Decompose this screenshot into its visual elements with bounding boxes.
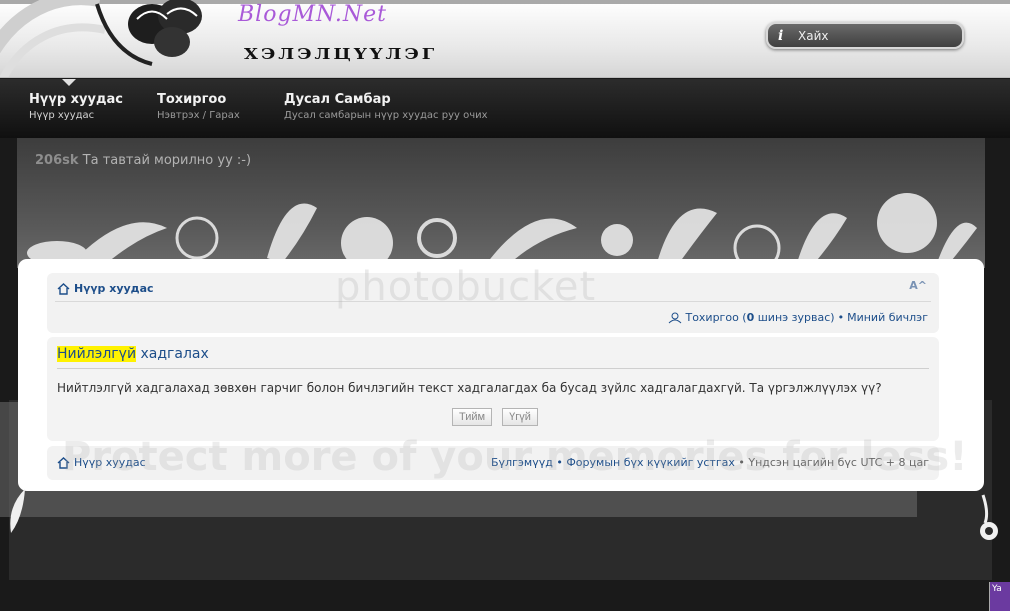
photobucket-watermark: photobucket — [335, 264, 597, 310]
confirm-title-rest: хадгалах — [136, 346, 209, 362]
welcome-text: Та тавтай морилно уу :-) — [82, 153, 252, 168]
floral-banner-decoration — [27, 193, 977, 268]
settings-link-label: Тохиргоо ( — [685, 311, 747, 324]
nav-item-settings[interactable]: Тохиргоо Нэвтрэх / Гарах — [157, 92, 240, 121]
confirm-title: Нийлэлгүй хадгалах — [57, 346, 209, 362]
font-size-change-button[interactable]: A^ — [909, 279, 927, 292]
breadcrumb-home-label: Нүүр хуудас — [74, 282, 154, 295]
nav-item-subtitle: Нүүр хуудас — [29, 110, 95, 121]
confirm-message: Нийтлэлгүй хадгалахад зөвхөн гарчиг боло… — [57, 381, 882, 395]
search-button[interactable]: i Хайх — [766, 22, 964, 49]
link-separator: • — [837, 311, 845, 324]
flower-logo-icon — [95, 0, 202, 66]
confirm-title-highlight: Нийлэлгүй — [57, 346, 137, 362]
confirm-divider — [57, 368, 929, 369]
nav-item-title: Нүүр хуудас — [29, 92, 123, 107]
main-nav: Нүүр хуудас Нүүр хуудас Тохиргоо Нэвтрэх… — [0, 79, 1010, 138]
new-messages-suffix: шинэ зурвас) — [754, 311, 835, 324]
breadcrumb-home-link[interactable]: Нүүр хуудас — [57, 282, 154, 295]
home-icon — [57, 282, 70, 295]
active-nav-indicator — [62, 79, 76, 86]
confirm-buttons: Тийм Үгүй — [452, 408, 538, 426]
search-label: Хайх — [798, 28, 829, 43]
nav-item-title: Дусал Самбар — [284, 92, 391, 107]
yes-button[interactable]: Тийм — [452, 408, 493, 426]
my-posts-link[interactable]: Миний бичлэг — [847, 311, 928, 324]
nav-item-title: Тохиргоо — [157, 92, 227, 107]
photobucket-watermark-tagline: Protect more of your memories for less! — [62, 434, 968, 480]
brand-logo-text[interactable]: BlogMN.Net — [238, 2, 387, 27]
info-icon: i — [778, 27, 784, 44]
nav-item-dashboard[interactable]: Дусал Самбар Дусал самбарын нүүр хуудас … — [284, 92, 488, 121]
user-links: Тохиргоо (0 шинэ зурвас) • Миний бичлэг — [668, 311, 928, 324]
no-button[interactable]: Үгүй — [502, 408, 538, 426]
nav-item-subtitle: Нэвтрэх / Гарах — [157, 110, 240, 121]
welcome-message: 206sk Та тавтай морилно уу :-) — [35, 153, 251, 168]
yahoo-badge[interactable]: Ya — [989, 582, 1010, 611]
confirm-dialog-box: Нийлэлгүй хадгалах Нийтлэлгүй хадгалахад… — [47, 337, 939, 441]
nav-item-home[interactable]: Нүүр хуудас Нүүр хуудас — [29, 92, 123, 121]
nav-item-subtitle: Дусал самбарын нүүр хуудас руу очих — [284, 110, 488, 121]
user-icon — [669, 312, 682, 323]
site-title: ХЭЛЭЛЦҮҮЛЭГ — [244, 45, 438, 64]
corner-leaf-decoration-icon — [10, 489, 25, 533]
settings-link[interactable]: Тохиргоо (0 шинэ зурвас) — [685, 311, 834, 324]
site-header: BlogMN.Net ХЭЛЭЛЦҮҮЛЭГ i Хайх — [0, 0, 1010, 78]
welcome-banner: 206sk Та тавтай морилно уу :-) — [17, 138, 985, 268]
username: 206sk — [35, 153, 79, 168]
corner-flower-decoration-icon — [980, 494, 998, 540]
